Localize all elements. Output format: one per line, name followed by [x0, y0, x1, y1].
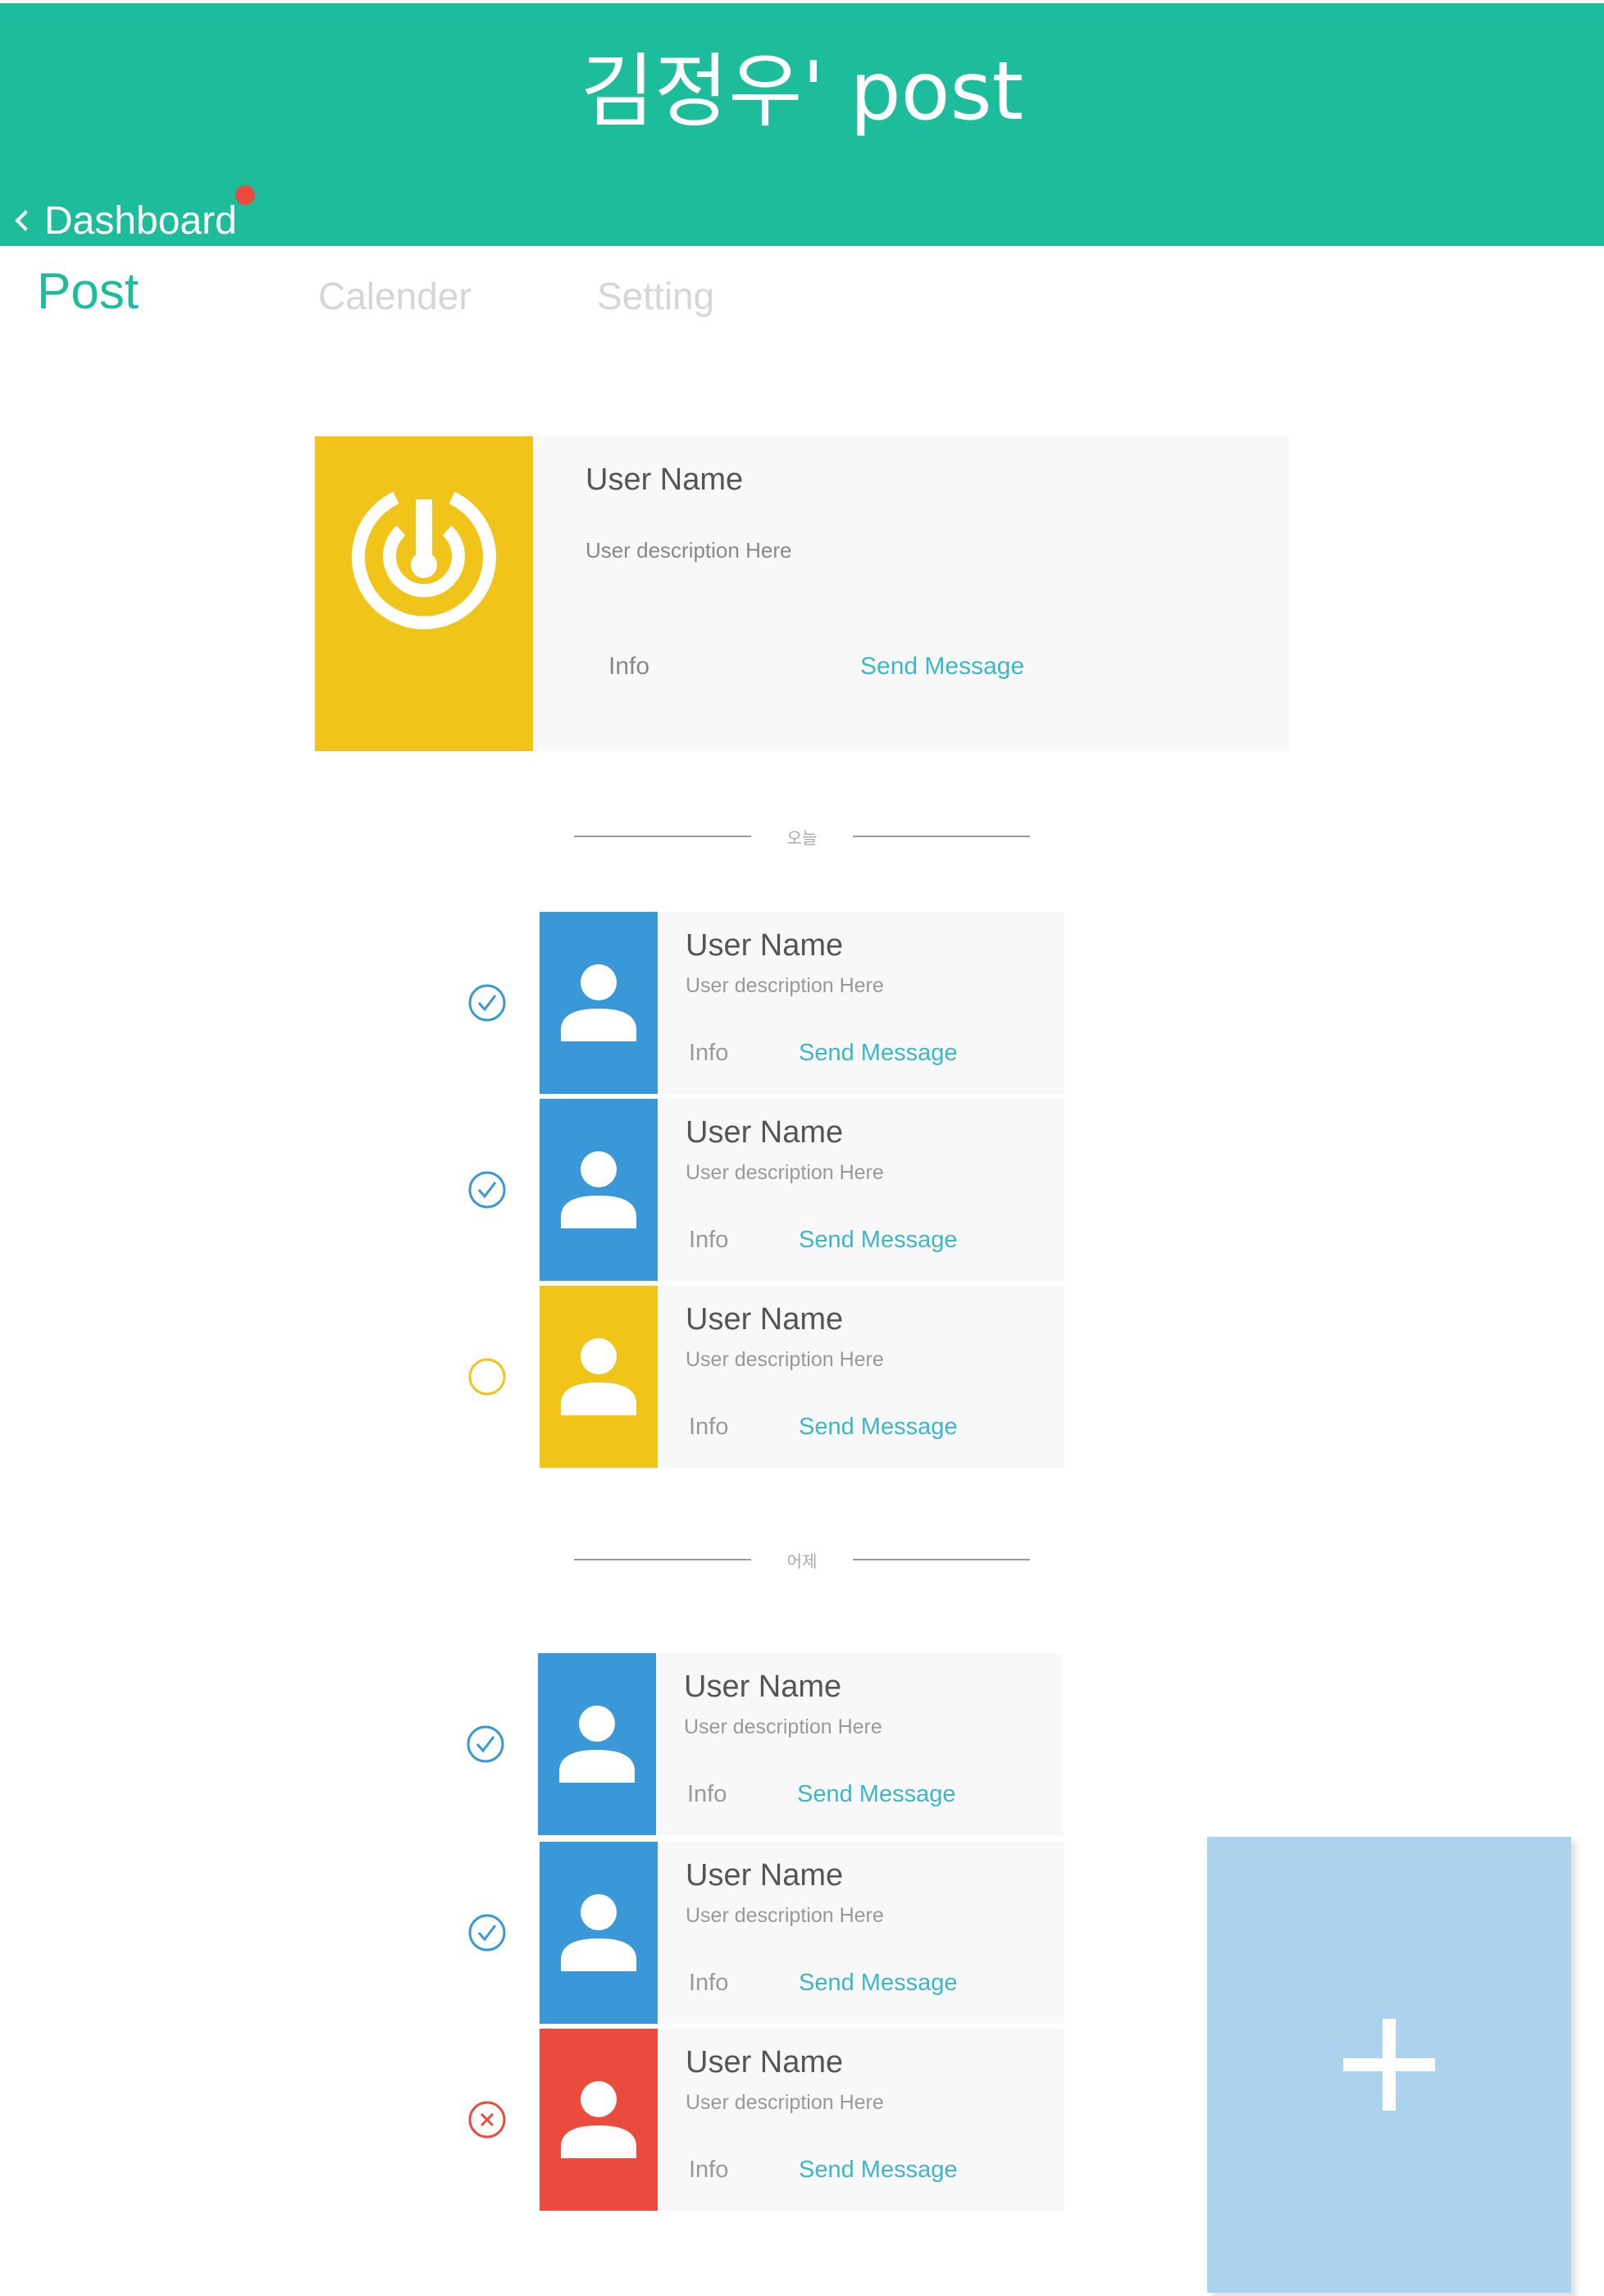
- list-item: User Name User description Here Info Sen…: [459, 912, 1066, 1094]
- profile-description: User description Here: [586, 538, 792, 563]
- section-divider-yesterday: 어제: [574, 1543, 1030, 1576]
- user-icon: [561, 2081, 636, 2158]
- info-link[interactable]: Info: [689, 1414, 728, 1441]
- list-item: User Name User description Here Info Sen…: [458, 1653, 1064, 1835]
- tab-post[interactable]: Post: [37, 262, 139, 321]
- user-description: User description Here: [686, 1904, 884, 1927]
- user-name: User Name: [686, 1302, 844, 1337]
- page-title: 김정우' post: [580, 45, 1024, 139]
- user-description: User description Here: [686, 2091, 884, 2114]
- x-circle-icon[interactable]: [467, 2100, 507, 2139]
- user-name: User Name: [686, 2045, 844, 2080]
- user-card: User Name User description Here Info Sen…: [540, 2029, 1064, 2211]
- send-message-link[interactable]: Send Message: [797, 1781, 955, 1808]
- check-circle-icon[interactable]: [466, 1724, 505, 1764]
- user-card: User Name User description Here Info Sen…: [538, 1653, 1063, 1835]
- divider-line: [853, 836, 1030, 837]
- user-card: User Name User description Here Info Sen…: [540, 912, 1064, 1094]
- info-link[interactable]: Info: [689, 1227, 728, 1254]
- send-message-link[interactable]: Send Message: [799, 1040, 957, 1067]
- plus-icon: [1343, 2019, 1435, 2111]
- back-to-dashboard-link[interactable]: Dashboard: [11, 192, 237, 249]
- notification-dot: [235, 185, 255, 205]
- user-icon: [561, 1151, 636, 1228]
- profile-send-message-link[interactable]: Send Message: [860, 653, 1024, 681]
- send-message-link[interactable]: Send Message: [799, 1414, 957, 1441]
- back-label: Dashboard: [44, 198, 237, 243]
- tab-setting[interactable]: Setting: [597, 274, 714, 318]
- user-card: User Name User description Here Info Sen…: [540, 1286, 1064, 1468]
- user-icon: [561, 1894, 636, 1971]
- user-name: User Name: [684, 1670, 842, 1704]
- user-name: User Name: [686, 1115, 844, 1150]
- user-description: User description Here: [686, 1348, 884, 1371]
- user-icon: [561, 1338, 636, 1415]
- profile-card: User Name User description Here Info Sen…: [315, 436, 1289, 751]
- avatar: [540, 1099, 658, 1281]
- list-item: User Name User description Here Info Sen…: [459, 1286, 1066, 1468]
- user-name: User Name: [686, 1858, 844, 1893]
- avatar: [540, 2029, 658, 2211]
- power-target-icon: [352, 491, 496, 630]
- list-item: User Name User description Here Info Sen…: [459, 1099, 1066, 1281]
- user-icon: [561, 964, 636, 1041]
- avatar: [540, 1842, 658, 2024]
- profile-logo: [315, 436, 533, 751]
- user-description: User description Here: [686, 1161, 884, 1184]
- info-link[interactable]: Info: [689, 1040, 728, 1067]
- check-circle-icon[interactable]: [467, 983, 507, 1023]
- app-header: 김정우' post Dashboard: [0, 3, 1604, 246]
- avatar: [540, 912, 658, 1094]
- add-post-button[interactable]: [1207, 1837, 1571, 2293]
- chevron-left-icon: [15, 210, 36, 231]
- check-circle-icon[interactable]: [467, 1913, 507, 1952]
- list-item: User Name User description Here Info Sen…: [459, 2029, 1066, 2211]
- user-description: User description Here: [686, 974, 884, 997]
- section-divider-today: 오늘: [574, 820, 1030, 853]
- avatar: [538, 1653, 656, 1835]
- divider-line: [853, 1559, 1030, 1560]
- empty-circle-icon[interactable]: [467, 1357, 507, 1396]
- list-item: User Name User description Here Info Sen…: [459, 1842, 1066, 2024]
- user-card: User Name User description Here Info Sen…: [540, 1099, 1064, 1281]
- info-link[interactable]: Info: [687, 1781, 727, 1808]
- tab-calender[interactable]: Calender: [318, 274, 472, 318]
- user-card: User Name User description Here Info Sen…: [540, 1842, 1064, 2024]
- user-icon: [559, 1706, 635, 1783]
- user-description: User description Here: [684, 1715, 882, 1738]
- user-name: User Name: [686, 928, 844, 963]
- send-message-link[interactable]: Send Message: [799, 1970, 957, 1997]
- check-circle-icon[interactable]: [467, 1170, 507, 1210]
- avatar: [540, 1286, 658, 1468]
- send-message-link[interactable]: Send Message: [799, 1227, 957, 1254]
- send-message-link[interactable]: Send Message: [799, 2157, 957, 2184]
- profile-info-link[interactable]: Info: [608, 653, 649, 681]
- profile-name: User Name: [586, 462, 744, 497]
- info-link[interactable]: Info: [689, 1970, 728, 1997]
- info-link[interactable]: Info: [689, 2157, 728, 2184]
